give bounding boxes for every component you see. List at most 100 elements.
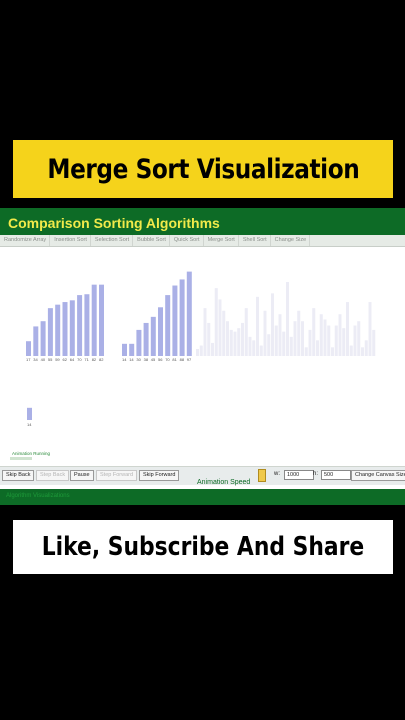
- left-sorted-bar: [91, 284, 97, 356]
- left-sorted-bar: [33, 326, 39, 356]
- unsorted-faded-bar: [346, 302, 349, 356]
- unsorted-faded-bar: [222, 310, 226, 356]
- unsorted-faded-bar: [233, 331, 237, 356]
- skip-forward-button[interactable]: Skip Forward: [139, 470, 180, 481]
- unsorted-faded-bar: [289, 336, 293, 356]
- unsorted-faded-bar: [301, 321, 304, 356]
- unsorted-faded-bar: [259, 345, 263, 356]
- right-sorted-bar: [122, 343, 127, 356]
- height-input[interactable]: 500: [321, 470, 351, 480]
- animation-speed-slider[interactable]: [258, 469, 266, 482]
- unsorted-faded-bar: [368, 302, 372, 356]
- left-sorted-value-label: 55: [48, 357, 53, 362]
- unsorted-faded-bar: [237, 328, 241, 356]
- right-sorted-value-label: 30: [136, 357, 141, 362]
- unsorted-faded-bar: [274, 325, 278, 356]
- animation-speed-label: Animation Speed: [197, 479, 251, 486]
- left-sorted-value-label: 17: [26, 357, 31, 362]
- left-sorted-value-label: 71: [84, 357, 89, 362]
- unsorted-faded-bar: [319, 314, 323, 356]
- right-sorted-value-label: 38: [144, 357, 149, 362]
- unsorted-faded-bar: [334, 325, 338, 356]
- unsorted-faded-bar: [199, 345, 203, 356]
- width-label: w:: [274, 471, 280, 477]
- unsorted-faded-bar: [203, 308, 207, 356]
- unsorted-faded-bar: [214, 288, 218, 356]
- unsorted-faded-bar: [297, 310, 301, 356]
- unsorted-faded-bar: [226, 321, 229, 356]
- unsorted-faded-bar: [207, 322, 211, 356]
- unsorted-faded-bar: [196, 349, 199, 356]
- right-sorted-value-label: 14: [122, 357, 127, 362]
- left-sorted-value-label: 59: [55, 357, 60, 362]
- left-sorted-bar: [84, 294, 90, 356]
- right-sorted-value-label: 45: [151, 357, 156, 362]
- sorting-canvas: Animation Running 17 34 40 55 59 62 64 70 71 82 82…: [10, 271, 376, 460]
- right-sorted-bar: [158, 307, 163, 356]
- unsorted-faded-bar: [263, 310, 267, 356]
- right-sorted-bar: [179, 279, 185, 356]
- change-canvas-size-button[interactable]: Change Canvas Size: [351, 470, 405, 481]
- left-sorted-value-label: 34: [33, 357, 38, 362]
- unsorted-faded-bar: [323, 319, 327, 356]
- left-sorted-bar: [55, 304, 61, 356]
- left-sorted-bar: [99, 284, 104, 356]
- unsorted-faded-bar: [211, 342, 214, 356]
- right-sorted-bar: [150, 316, 156, 356]
- unsorted-faded-bar: [267, 334, 271, 356]
- animation-controls: Skip Back Step Back Pause Step Forward S…: [0, 466, 405, 486]
- right-sorted-value-label: 14: [129, 357, 134, 362]
- unsorted-faded-bar: [278, 314, 282, 356]
- unsorted-faded-bar: [364, 340, 368, 356]
- left-sorted-bar: [26, 341, 31, 356]
- unsorted-faded-bar: [353, 325, 357, 356]
- unsorted-faded-bar: [229, 329, 233, 356]
- left-sorted-value-label: 64: [70, 357, 75, 362]
- unsorted-faded-bar: [282, 331, 286, 356]
- left-sorted-value-label: 82: [92, 357, 97, 362]
- left-sorted-bar: [47, 308, 53, 356]
- right-sorted-value-label: 56: [158, 357, 163, 362]
- skip-back-button[interactable]: Skip Back: [2, 470, 35, 481]
- footer-text: Algorithm Visualizations: [6, 493, 70, 499]
- unsorted-faded-bar: [271, 293, 274, 356]
- step-forward-button[interactable]: Step Forward: [96, 470, 138, 481]
- cta-banner: Like, Subscribe And Share: [13, 520, 393, 574]
- sorting-app: Comparison Sorting Algorithms Randomize …: [0, 208, 405, 505]
- cta-banner-text: Like, Subscribe And Share: [41, 532, 365, 562]
- right-sorted-bar: [165, 295, 171, 356]
- unsorted-faded-bar: [293, 321, 297, 356]
- pause-button[interactable]: Pause: [70, 470, 94, 481]
- left-sorted-value-label: 40: [41, 357, 46, 362]
- unsorted-faded-bar: [241, 322, 244, 356]
- unsorted-faded-bar: [349, 345, 353, 356]
- title-banner: Merge Sort Visualization: [13, 140, 393, 198]
- right-sorted-bar: [186, 271, 192, 356]
- right-sorted-value-label: 97: [187, 357, 192, 362]
- left-sorted-bar: [69, 300, 75, 356]
- unsorted-faded-bar: [342, 328, 346, 356]
- left-sorted-bar: [62, 302, 68, 356]
- unsorted-faded-bar: [361, 347, 364, 356]
- right-sorted-bar: [172, 285, 178, 356]
- left-sorted-value-label: 82: [99, 357, 104, 362]
- unsorted-faded-bar: [252, 340, 256, 356]
- right-sorted-bar: [136, 329, 142, 356]
- unsorted-faded-bar: [338, 314, 342, 356]
- right-sorted-value-label: 70: [165, 357, 170, 362]
- right-sorted-value-label: 81: [172, 357, 177, 362]
- unsorted-faded-bar: [331, 347, 334, 356]
- temp-array-value-label: 14: [27, 422, 32, 427]
- step-back-button[interactable]: Step Back: [36, 470, 70, 481]
- unsorted-faded-bar: [244, 308, 248, 356]
- left-sorted-bar: [77, 295, 83, 356]
- left-sorted-value-label: 70: [77, 357, 82, 362]
- left-sorted-value-label: 62: [63, 357, 68, 362]
- right-sorted-bar: [143, 322, 149, 356]
- left-sorted-bar: [40, 321, 46, 356]
- animation-running-label: Animation Running: [12, 451, 51, 456]
- unsorted-faded-bar: [357, 321, 361, 356]
- unsorted-faded-bar: [286, 282, 289, 356]
- width-input[interactable]: 1000: [284, 470, 314, 480]
- height-label: h:: [313, 471, 319, 477]
